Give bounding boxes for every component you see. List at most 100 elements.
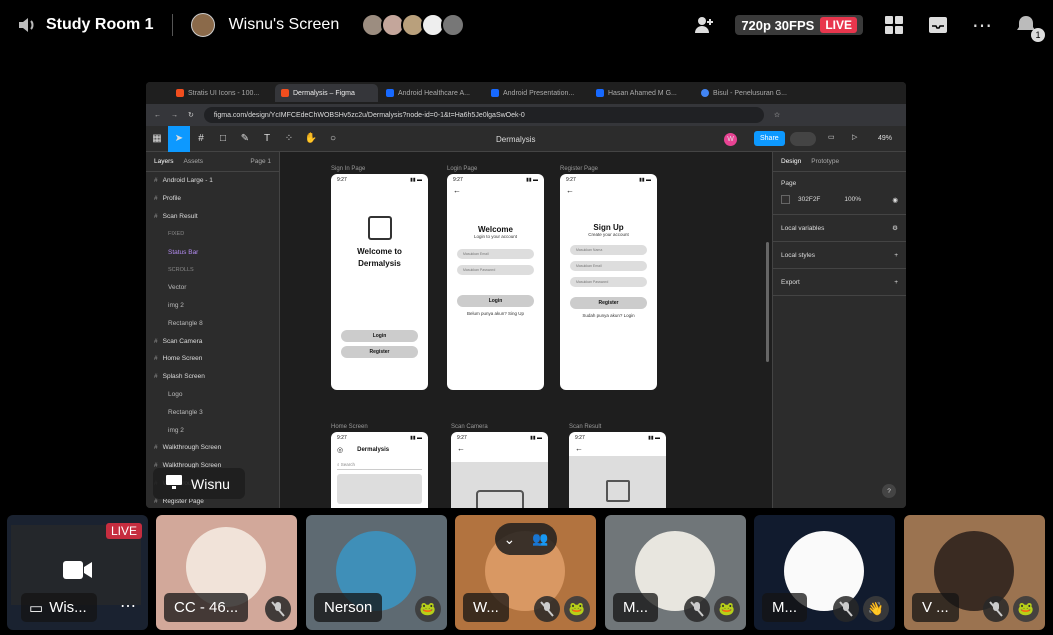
scan-result-frame[interactable]: 9:27 ▮▮ ▬ ← bbox=[569, 432, 666, 508]
browser-tab-active[interactable]: Dermalysis – Figma bbox=[275, 84, 378, 102]
document-title[interactable]: Dermalysis bbox=[496, 135, 536, 144]
comment-tool-icon[interactable]: ○ bbox=[322, 126, 344, 152]
participant-tile[interactable]: ⌄ 👥 W... 🐸 bbox=[455, 515, 596, 630]
participant-tile[interactable]: CC - 46... bbox=[156, 515, 297, 630]
register-frame[interactable]: 9:27 ▮▮ ▬ ← Sign Up Create your account M… bbox=[560, 174, 657, 390]
home-frame[interactable]: 9:27 ▮▮ ▬ ◎ Dermalysis ⌕ Search bbox=[331, 432, 428, 508]
assets-tab[interactable]: Assets bbox=[184, 158, 204, 165]
page-selector[interactable]: Page 1 bbox=[250, 158, 271, 165]
prototype-tab[interactable]: Prototype bbox=[811, 158, 839, 165]
signin-login-button[interactable]: Login bbox=[341, 330, 418, 342]
user-avatar[interactable]: W bbox=[724, 133, 737, 146]
local-styles-row[interactable]: Local styles + bbox=[773, 242, 906, 269]
login-button[interactable]: Login bbox=[457, 295, 534, 307]
participant-tile[interactable]: LIVE ▭ Wis... ⋯ bbox=[7, 515, 148, 630]
layer-item[interactable]: Rectangle 3 bbox=[146, 403, 279, 421]
more-options-icon[interactable]: ⋯ bbox=[120, 596, 136, 616]
participant-tile[interactable]: M... 👋 bbox=[754, 515, 895, 630]
reload-icon[interactable]: ↻ bbox=[188, 111, 194, 119]
grid-layout-icon[interactable] bbox=[881, 12, 907, 38]
participant-tile[interactable]: M... 🐸 bbox=[605, 515, 746, 630]
group-icon[interactable]: 👥 bbox=[532, 531, 548, 547]
hand-tool-icon[interactable]: ✋ bbox=[300, 126, 322, 152]
browser-tab[interactable]: Android Healthcare A... bbox=[380, 84, 483, 102]
back-icon[interactable]: ← bbox=[154, 112, 161, 119]
main-menu-icon[interactable]: ▦ bbox=[146, 126, 168, 152]
layer-item[interactable]: # Walkthrough Screen bbox=[146, 439, 279, 457]
email-field[interactable]: Masukkan Email bbox=[570, 261, 647, 271]
frame-label[interactable]: Register Page bbox=[560, 166, 598, 172]
shape-tool-icon[interactable]: □ bbox=[212, 126, 234, 152]
layer-item[interactable]: Vector bbox=[146, 279, 279, 297]
fill-swatch[interactable] bbox=[781, 195, 790, 204]
canvas-scrollbar[interactable] bbox=[766, 242, 769, 362]
speaker-icon[interactable] bbox=[16, 14, 38, 36]
login-link[interactable]: Sudah punya akun? Login bbox=[560, 313, 657, 318]
password-field[interactable]: Masukkan Password bbox=[570, 277, 647, 287]
layer-item[interactable]: # Scan Camera bbox=[146, 332, 279, 350]
add-icon[interactable]: + bbox=[894, 279, 898, 286]
zoom-level[interactable]: 49% bbox=[878, 135, 892, 142]
text-tool-icon[interactable]: T bbox=[256, 126, 278, 152]
fill-opacity[interactable]: 100% bbox=[844, 196, 861, 203]
layer-item[interactable]: Rectangle 8 bbox=[146, 314, 279, 332]
search-field[interactable]: ⌕ Search bbox=[337, 460, 422, 470]
adjust-icon[interactable]: ⚙ bbox=[892, 224, 898, 232]
stream-quality-badge[interactable]: 720p 30FPS LIVE bbox=[735, 15, 863, 35]
design-tab[interactable]: Design bbox=[781, 158, 801, 165]
add-icon[interactable]: + bbox=[894, 252, 898, 259]
password-field[interactable]: Masukkan Password bbox=[457, 265, 534, 275]
url-field[interactable]: figma.com/design/YcIMFCEdeChWOBSHv5zc2u/… bbox=[203, 107, 764, 123]
name-field[interactable]: Masukkan Nama bbox=[570, 245, 647, 255]
layer-item[interactable]: # Android Large - 1 bbox=[146, 172, 279, 190]
login-frame[interactable]: 9:27 ▮▮ ▬ ← Welcome Login to your account… bbox=[447, 174, 544, 390]
layer-item[interactable]: img 2 bbox=[146, 421, 279, 439]
chevron-down-icon[interactable]: ⌄ bbox=[504, 531, 516, 548]
scan-camera-frame[interactable]: 9:27 ▮▮ ▬ ← bbox=[451, 432, 548, 508]
resources-icon[interactable]: ⁘ bbox=[278, 126, 300, 152]
eye-icon[interactable]: ◉ bbox=[892, 196, 898, 204]
viewer-avatars[interactable] bbox=[361, 13, 466, 37]
pen-tool-icon[interactable]: ✎ bbox=[234, 126, 256, 152]
signin-frame[interactable]: 9:27 ▮▮ ▬ Welcome to Dermalysis Login Reg… bbox=[331, 174, 428, 390]
layers-tab[interactable]: Layers bbox=[154, 158, 174, 165]
layer-item[interactable]: Logo bbox=[146, 386, 279, 404]
participant-tile[interactable]: Nerson 🐸 bbox=[306, 515, 447, 630]
help-button[interactable]: ? bbox=[882, 484, 896, 498]
frame-tool-icon[interactable]: # bbox=[190, 126, 212, 152]
frame-label[interactable]: Login Page bbox=[447, 166, 477, 172]
layer-item[interactable]: Status Bar bbox=[146, 243, 279, 261]
signin-register-button[interactable]: Register bbox=[341, 346, 418, 358]
layer-item[interactable]: # Home Screen bbox=[146, 350, 279, 368]
layer-item[interactable]: img 2 bbox=[146, 297, 279, 315]
present-icon[interactable]: ▷ bbox=[852, 133, 857, 141]
browser-tab[interactable]: Stratis UI Icons - 100... bbox=[170, 84, 273, 102]
frame-label[interactable]: Sign In Page bbox=[331, 166, 365, 172]
register-button[interactable]: Register bbox=[570, 297, 647, 309]
frame-label[interactable]: Scan Result bbox=[569, 424, 601, 430]
frame-label[interactable]: Home Screen bbox=[331, 424, 368, 430]
forward-icon[interactable]: → bbox=[171, 112, 178, 119]
notifications-icon[interactable]: 1 bbox=[1013, 12, 1045, 42]
layer-item[interactable]: # Profile bbox=[146, 190, 279, 208]
layer-item[interactable]: # Scan Result bbox=[146, 208, 279, 226]
inbox-icon[interactable] bbox=[925, 12, 951, 38]
participant-tile[interactable]: V ... 🐸 bbox=[904, 515, 1045, 630]
figma-canvas[interactable]: Sign In Page 9:27 ▮▮ ▬ Welcome to Dermaly… bbox=[280, 152, 772, 508]
bookmark-star-icon[interactable]: ☆ bbox=[774, 111, 780, 119]
page-fill-row[interactable]: 302F2F 100% ◉ bbox=[773, 191, 906, 215]
fill-hex[interactable]: 302F2F bbox=[798, 196, 820, 203]
signup-link[interactable]: Belum punya akun? Sing Up bbox=[447, 311, 544, 316]
more-options-icon[interactable]: ⋯ bbox=[969, 12, 995, 38]
browser-tab[interactable]: Hasan Ahamed M G... bbox=[590, 84, 693, 102]
email-field[interactable]: Masukkan Email bbox=[457, 249, 534, 259]
shared-screen[interactable]: Stratis UI Icons - 100... Dermalysis – F… bbox=[146, 82, 906, 508]
layer-item[interactable]: # Splash Screen bbox=[146, 368, 279, 386]
browser-tab[interactable]: Bisul - Penelusuran G... bbox=[695, 84, 798, 102]
move-tool-icon[interactable]: ➤ bbox=[168, 125, 190, 152]
dev-mode-toggle[interactable] bbox=[790, 132, 816, 146]
add-user-icon[interactable] bbox=[691, 12, 717, 38]
library-icon[interactable]: ▭ bbox=[828, 133, 835, 141]
share-button[interactable]: Share bbox=[754, 131, 785, 146]
browser-tab[interactable]: Android Presentation... bbox=[485, 84, 588, 102]
